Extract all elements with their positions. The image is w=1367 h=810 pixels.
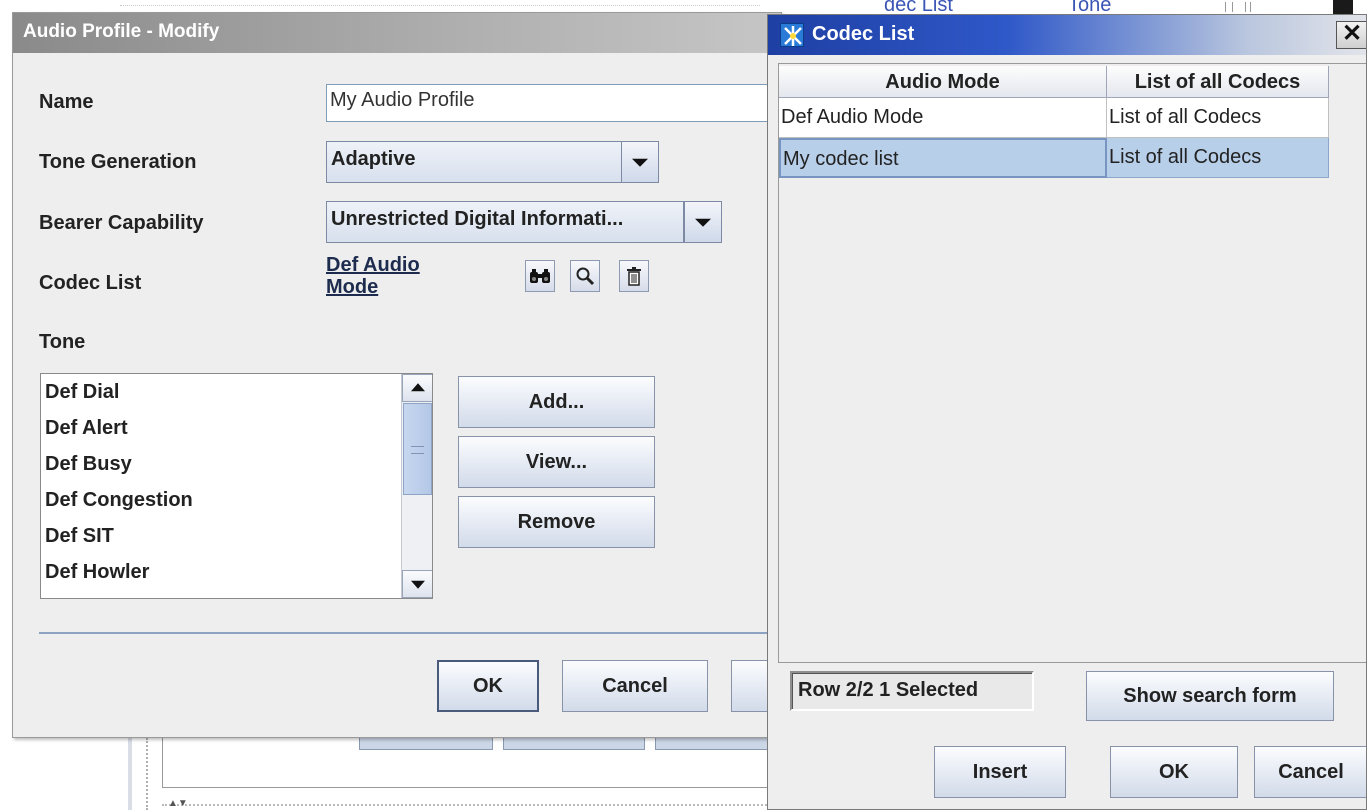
table-cell[interactable]: Def Audio Mode [779, 98, 1107, 138]
background-dotted-row [162, 804, 782, 806]
name-label: Name [39, 91, 94, 113]
background-dotted-line [120, 0, 760, 6]
close-icon[interactable]: ✕ [1336, 21, 1366, 49]
background-button-stub[interactable] [655, 738, 783, 750]
ok-button[interactable]: OK [437, 660, 539, 712]
codec-list-dialog: Codec List ✕ Audio Mode List of all Code… [767, 14, 1367, 810]
cancel-button[interactable]: Cancel [1254, 746, 1366, 798]
name-field[interactable]: My Audio Profile [326, 84, 781, 122]
tone-list-scrollbar[interactable] [401, 374, 432, 598]
find-codec-button[interactable] [525, 260, 555, 292]
background-button-stub[interactable] [359, 738, 493, 750]
list-item[interactable]: Def Dial [45, 381, 119, 404]
codec-list-link[interactable]: Def Audio Mode [326, 254, 446, 298]
table-cell[interactable]: My codec list [779, 138, 1107, 178]
tone-label: Tone [39, 331, 86, 353]
audio-profile-dialog: Audio Profile - Modify Name My Audio Pro… [12, 12, 782, 738]
background-tree-line [146, 738, 148, 810]
app-icon [780, 23, 804, 47]
tone-generation-select[interactable]: Adaptive [326, 141, 622, 183]
show-search-form-button[interactable]: Show search form [1086, 671, 1334, 721]
background-button-stub[interactable] [503, 738, 645, 750]
view-tone-button[interactable]: View... [458, 436, 655, 488]
list-item[interactable]: Def SIT [45, 525, 114, 548]
binoculars-icon [530, 269, 550, 283]
cancel-button[interactable]: Cancel [562, 660, 708, 712]
background-panel [162, 738, 783, 788]
bearer-capability-select[interactable]: Unrestricted Digital Informati... [326, 201, 684, 243]
desktop: dec List Tone ▲▼ Audio Profile - Modify … [0, 0, 1367, 810]
scroll-thumb[interactable] [403, 403, 432, 495]
status-bar: Row 2/2 1 Selected [790, 671, 1034, 711]
background-tab-tone[interactable]: Tone [1068, 0, 1111, 14]
background-tab-codec-list[interactable]: dec List [884, 0, 953, 14]
magnifier-icon [576, 267, 595, 286]
codec-list-link-line1[interactable]: Def Audio [326, 254, 420, 276]
codec-table[interactable]: Audio Mode List of all Codecs Def Audio … [778, 63, 1366, 663]
delete-codec-button[interactable] [619, 260, 649, 292]
codec-list-link-line2[interactable]: Mode [326, 276, 378, 298]
scroll-down-icon[interactable] [402, 570, 432, 598]
list-item[interactable]: Def Congestion [45, 489, 193, 512]
background-window-lower: ▲▼ [128, 738, 783, 810]
background-dark-block [1333, 0, 1353, 14]
codec-dialog-title[interactable]: Codec List [768, 15, 1366, 55]
bearer-capability-label: Bearer Capability [39, 212, 204, 234]
chevron-down-icon[interactable] [621, 141, 659, 183]
chevron-down-icon[interactable] [684, 201, 722, 243]
table-cell[interactable]: List of all Codecs [1107, 138, 1329, 178]
ok-button[interactable]: OK [1110, 746, 1238, 798]
tone-list[interactable]: Def Dial Def Alert Def Busy Def Congesti… [40, 373, 433, 599]
tone-generation-label: Tone Generation [39, 151, 197, 173]
trash-icon [627, 267, 641, 286]
column-header-codecs[interactable]: List of all Codecs [1107, 66, 1329, 98]
list-item[interactable]: Def Busy [45, 453, 132, 476]
codec-list-label: Codec List [39, 272, 142, 294]
separator [39, 632, 781, 634]
insert-button[interactable]: Insert [934, 746, 1066, 798]
table-cell[interactable]: List of all Codecs [1107, 98, 1329, 138]
list-item[interactable]: Def Alert [45, 417, 128, 440]
add-tone-button[interactable]: Add... [458, 376, 655, 428]
list-item[interactable]: Def Howler [45, 561, 149, 584]
background-column-divider [1225, 2, 1251, 12]
background-scroll-arrows-icon[interactable]: ▲▼ [168, 798, 188, 809]
remove-tone-button[interactable]: Remove [458, 496, 655, 548]
dialog-title[interactable]: Audio Profile - Modify [13, 13, 781, 53]
view-codec-button[interactable] [570, 260, 600, 292]
scroll-up-icon[interactable] [402, 374, 432, 402]
column-header-audio-mode[interactable]: Audio Mode [779, 66, 1107, 98]
